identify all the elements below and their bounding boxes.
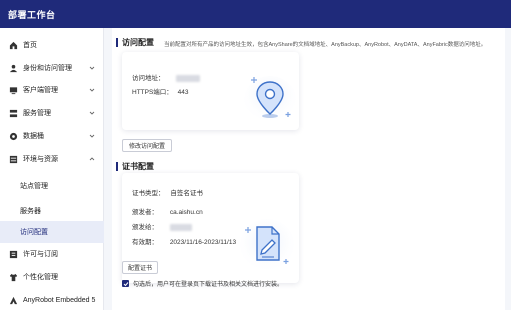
chevron-down-icon [89,65,95,71]
chevron-down-icon [89,87,95,93]
download-cert-checkbox[interactable] [122,280,129,287]
top-bar: 部署工作台 [0,0,511,28]
client-icon [9,86,18,95]
sidebar-item-label: 服务器 [20,208,41,215]
cert-issuer-value: ca.aishu.cn [169,209,203,216]
access-section-title: 访问配置 [116,37,154,48]
sidebar-item-servers[interactable]: 服务器 [0,200,104,222]
sidebar-item-label: 个性化管理 [23,274,58,281]
sidebar-item-label: 许可与订阅 [23,251,58,258]
sidebar-item-database[interactable]: 数据桶 [0,125,104,147]
shirt-icon [9,273,18,282]
access-address-row: 访问地址： [132,72,201,82]
https-port-value: 443 [177,89,189,96]
cert-type-label: 证书类型： [132,190,165,197]
sidebar-item-anyrobot[interactable]: AnyRobot Embedded 5 [0,289,104,310]
cert-validity-row: 有效期： 2023/11/16-2023/11/13 [132,236,236,246]
cert-validity-label: 有效期： [132,239,158,246]
https-port-label: HTTPS端口： [132,89,173,96]
sidebar-item-label: 数据桶 [23,133,44,140]
download-cert-label: 勾选后，用户可在登录页下载证书及相关文档进行安装。 [133,282,284,288]
sidebar-item-label: 服务管理 [23,110,51,117]
user-icon [9,64,18,73]
sidebar-item-site-management[interactable]: 站点管理 [0,175,104,197]
sidebar-item-label: AnyRobot Embedded 5 [23,296,96,304]
sidebar-item-label: 首页 [23,42,37,49]
cert-validity-value: 2023/11/16-2023/11/13 [169,239,237,246]
sidebar-item-home[interactable]: 首页 [0,34,104,56]
access-address-label: 访问地址： [132,75,165,82]
access-card: 访问地址： HTTPS端口： 443 [122,52,299,130]
cert-issuer-label: 颁发者： [132,209,158,216]
cert-type-row: 证书类型： 自签名证书 [132,187,203,197]
app-title: 部署工作台 [8,10,56,20]
environment-icon [9,155,18,164]
sidebar: 首页 身份和访问管理 客户端管理 服务管理 数据桶 环境与资源 站点管理 服务器… [0,28,104,310]
sidebar-item-label: 客户端管理 [23,87,58,94]
cert-issued-to-label: 颁发给： [132,224,158,231]
https-port-row: HTTPS端口： 443 [132,86,188,96]
config-cert-button[interactable]: 配置证书 [122,261,158,274]
license-icon [9,250,18,259]
sidebar-item-identity[interactable]: 身份和访问管理 [0,57,104,79]
sidebar-item-label: 站点管理 [20,183,48,190]
access-address-value [176,74,201,82]
sidebar-item-service[interactable]: 服务管理 [0,102,104,124]
cert-issued-to-row: 颁发给： [132,221,192,231]
sidebar-item-personalization[interactable]: 个性化管理 [0,266,104,288]
database-icon [9,132,18,141]
modify-access-button[interactable]: 修改访问配置 [122,139,172,152]
cert-section-title: 证书配置 [116,161,154,172]
cert-title: 证书配置 [122,162,154,171]
certificate-illustration-icon [240,219,294,271]
sidebar-item-label: 环境与资源 [23,156,58,163]
chevron-down-icon [89,110,95,116]
home-icon [9,41,18,50]
location-illustration-icon [244,76,296,124]
access-description: 当前配置对所有产品的访问地址生效，包含AnyShare的文档域地址、AnyBac… [164,42,487,48]
cert-issuer-row: 颁发者： ca.aishu.cn [132,206,203,216]
sidebar-item-label: 身份和访问管理 [23,65,72,72]
sidebar-item-access-config[interactable]: 访问配置 [0,221,104,243]
checkmark-icon [123,281,128,286]
sidebar-item-environment[interactable]: 环境与资源 [0,148,104,170]
access-title: 访问配置 [122,38,154,47]
sidebar-item-license[interactable]: 许可与订阅 [0,243,104,265]
cert-issued-to-value [169,223,192,231]
download-cert-checkbox-row[interactable]: 勾选后，用户可在登录页下载证书及相关文档进行安装。 [122,279,283,288]
chevron-up-icon [89,156,95,162]
sidebar-item-label: 访问配置 [20,229,48,236]
chevron-down-icon [89,133,95,139]
service-icon [9,109,18,118]
cert-type-value: 自签名证书 [170,190,203,197]
sidebar-item-client[interactable]: 客户端管理 [0,79,104,101]
robot-icon [9,296,18,305]
main-content: 访问配置 当前配置对所有产品的访问地址生效，包含AnyShare的文档域地址、A… [112,28,505,310]
